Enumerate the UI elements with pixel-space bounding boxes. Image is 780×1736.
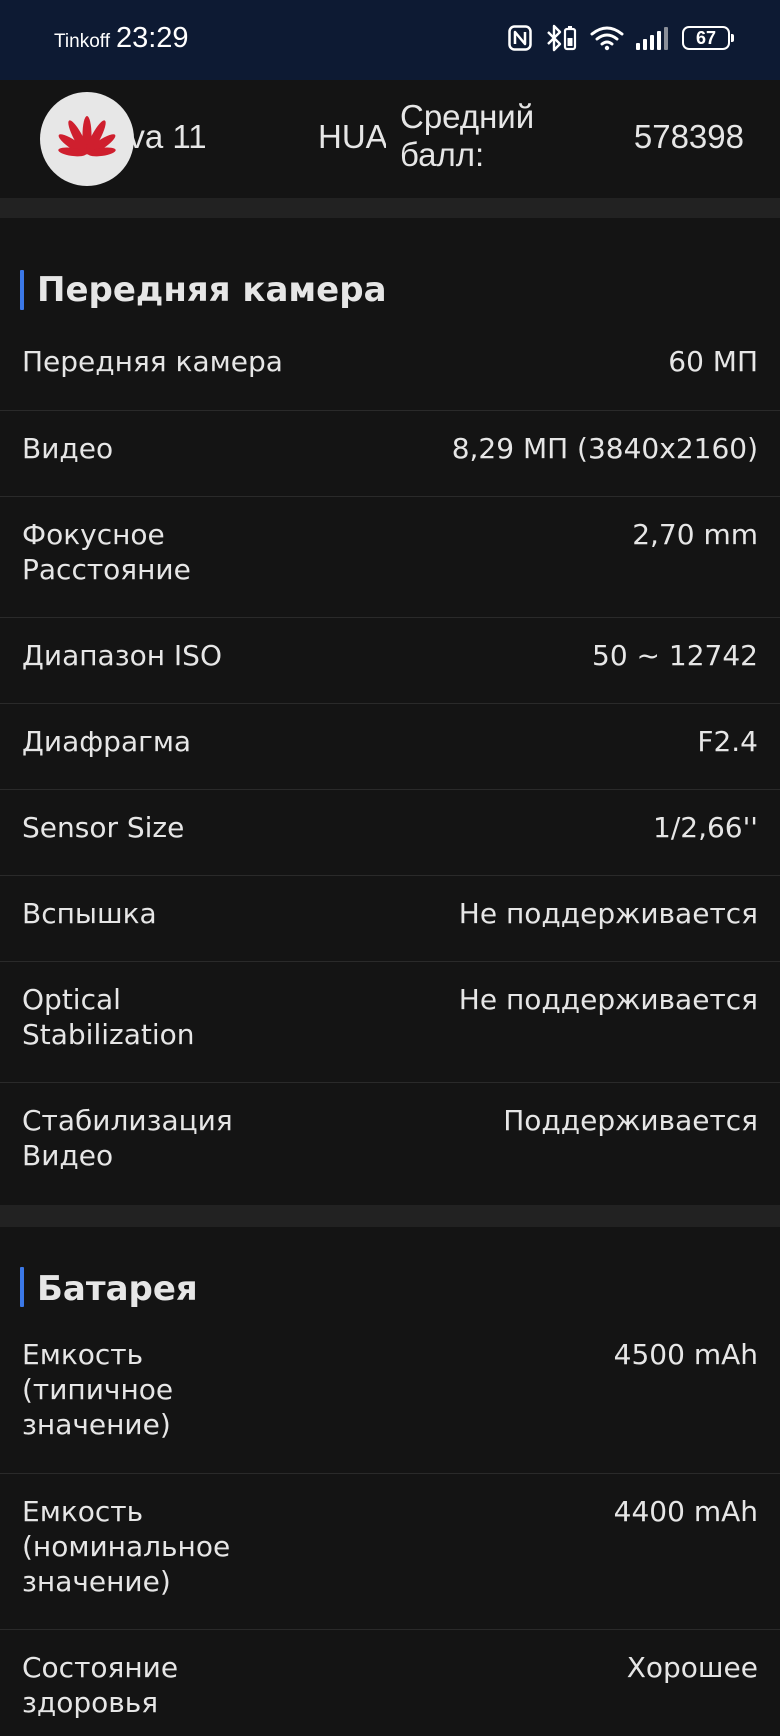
section-header: Батарея	[0, 1227, 780, 1317]
spec-label: Стабилизация Видео	[22, 1104, 233, 1172]
wifi-icon	[590, 25, 624, 51]
device-brand: HUA	[318, 118, 386, 155]
spec-row-sensor-size: Sensor Size 1/2,66''	[0, 789, 780, 875]
bluetooth-icon	[544, 24, 578, 52]
spec-list: Емкость (типичное значение) 4500 mAh Емк…	[0, 1317, 780, 1736]
spec-value: Поддерживается	[503, 1104, 758, 1137]
spec-value: 2,70 mm	[632, 518, 758, 551]
section-battery: Батарея Емкость (типичное значение) 4500…	[0, 1227, 780, 1736]
status-left: Tinkoff 23:29	[54, 22, 189, 55]
spec-row-video: Видео 8,29 МП (3840x2160)	[0, 410, 780, 496]
spec-row-iso-range: Диапазон ISO 50 ~ 12742	[0, 617, 780, 703]
spec-label: Состояние здоровья	[22, 1651, 179, 1719]
spec-value: 4400 mAh	[613, 1495, 758, 1528]
spec-row-capacity-typical: Емкость (типичное значение) 4500 mAh	[0, 1317, 780, 1473]
spec-label: Вспышка	[22, 897, 157, 930]
spec-row-video-stabilization: Стабилизация Видео Поддерживается	[0, 1082, 780, 1203]
spec-label: Sensor Size	[22, 811, 185, 844]
spec-value: Не поддерживается	[458, 983, 758, 1016]
section-title: Передняя камера	[37, 270, 387, 310]
spec-row-optical-stabilization: Optical Stabilization Не поддерживается	[0, 961, 780, 1082]
section-divider	[0, 198, 780, 218]
spec-row-front-camera: Передняя камера 60 МП	[0, 324, 780, 410]
spec-row-health: Состояние здоровья Хорошее	[0, 1629, 780, 1736]
spec-label: Optical Stabilization	[22, 983, 195, 1051]
spec-value: 4500 mAh	[613, 1338, 758, 1371]
section-divider	[0, 1205, 780, 1227]
spec-label: Передняя камера	[22, 345, 283, 378]
average-score-label: Средний балл:	[400, 98, 535, 173]
spec-row-focal-length: Фокусное Расстояние 2,70 mm	[0, 496, 780, 617]
spec-label: Видео	[22, 432, 114, 465]
section-accent-bar	[20, 270, 24, 310]
device-header: ova 11 HUA Средний балл: 578398	[0, 80, 780, 198]
carrier-name: Tinkoff	[54, 31, 110, 52]
clock: 23:29	[115, 22, 189, 54]
spec-value: 60 МП	[668, 345, 758, 378]
status-bar: Tinkoff 23:29 67	[0, 0, 780, 80]
battery-level: 67	[695, 27, 717, 48]
spec-row-flash: Вспышка Не поддерживается	[0, 875, 780, 961]
spec-value: 1/2,66''	[653, 811, 758, 844]
spec-label: Фокусное Расстояние	[22, 518, 191, 586]
huawei-logo-icon	[40, 92, 134, 186]
spec-label: Емкость (типичное значение)	[22, 1338, 174, 1441]
section-front-camera: Передняя камера Передняя камера 60 МП Ви…	[0, 218, 780, 1203]
nfc-icon	[508, 25, 532, 51]
section-accent-bar	[20, 1267, 24, 1307]
average-score-value: 578398	[633, 118, 744, 155]
signal-icon	[636, 26, 670, 50]
spec-label: Емкость (номинальное значение)	[22, 1495, 231, 1598]
battery-icon: 67	[682, 26, 734, 50]
spec-label: Диапазон ISO	[22, 639, 222, 672]
spec-value: 50 ~ 12742	[592, 639, 758, 672]
spec-value: Хорошее	[626, 1651, 758, 1684]
spec-row-aperture: Диафрагма F2.4	[0, 703, 780, 789]
spec-value: Не поддерживается	[458, 897, 758, 930]
spec-list: Передняя камера 60 МП Видео 8,29 МП (384…	[0, 324, 780, 1203]
spec-row-capacity-rated: Емкость (номинальное значение) 4400 mAh	[0, 1473, 780, 1629]
section-title: Батарея	[37, 1269, 198, 1309]
status-icons: 67	[508, 24, 734, 52]
spec-value: 8,29 МП (3840x2160)	[451, 432, 758, 465]
section-header: Передняя камера	[0, 218, 780, 324]
spec-label: Диафрагма	[22, 725, 192, 758]
spec-value: F2.4	[697, 725, 758, 758]
